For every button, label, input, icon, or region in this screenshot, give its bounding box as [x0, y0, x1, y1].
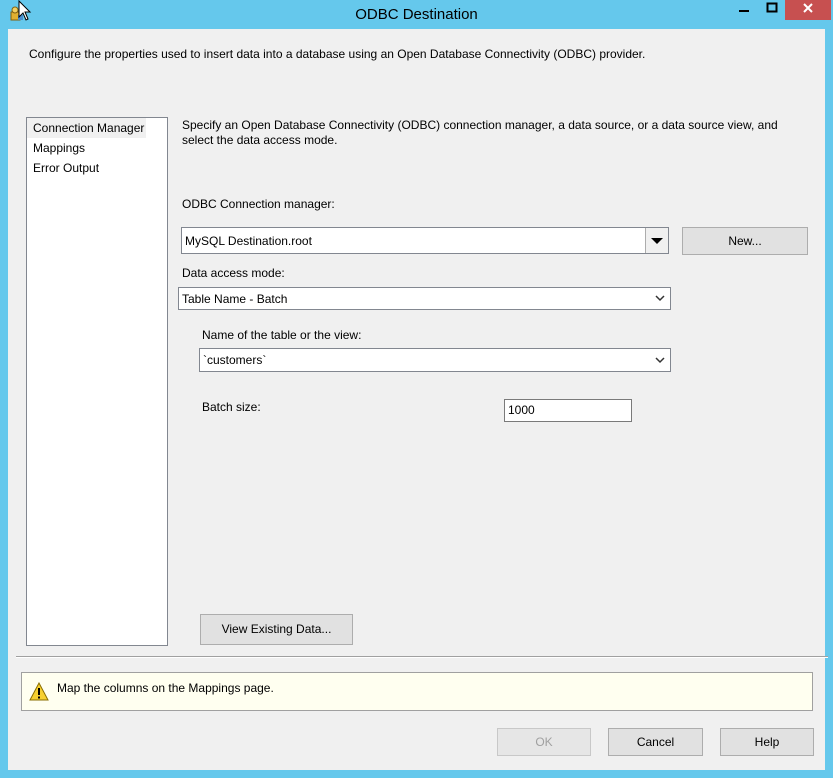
- table-name-value: `customers`: [203, 353, 267, 367]
- access-mode-label: Data access mode:: [182, 266, 285, 280]
- dialog-window: ODBC Destination Configure the propertie…: [0, 0, 833, 778]
- nav-item-mappings[interactable]: Mappings: [27, 138, 167, 158]
- batch-size-input[interactable]: 1000: [504, 399, 632, 422]
- close-icon: [803, 3, 813, 13]
- chevron-down-icon: [655, 357, 665, 364]
- help-button[interactable]: Help: [720, 728, 814, 756]
- conn-manager-label: ODBC Connection manager:: [182, 197, 335, 211]
- batch-size-label: Batch size:: [202, 400, 261, 414]
- conn-manager-dropdown-button[interactable]: [645, 228, 668, 253]
- warning-icon: [29, 682, 49, 701]
- maximize-button[interactable]: [758, 0, 785, 20]
- conn-manager-select[interactable]: MySQL Destination.root: [181, 227, 669, 254]
- triangle-down-icon: [651, 238, 663, 244]
- message-bar: Map the columns on the Mappings page.: [21, 672, 813, 711]
- window-title: ODBC Destination: [355, 6, 478, 23]
- table-name-label: Name of the table or the view:: [202, 328, 362, 342]
- mouse-cursor-icon: [18, 0, 32, 21]
- intro-text: Specify an Open Database Connectivity (O…: [182, 118, 778, 147]
- divider: [16, 656, 828, 658]
- access-mode-select[interactable]: Table Name - Batch: [178, 287, 671, 310]
- maximize-icon: [766, 2, 777, 13]
- dialog-client-area: Configure the properties used to insert …: [8, 29, 828, 770]
- table-name-select[interactable]: `customers`: [199, 348, 671, 372]
- minimize-button[interactable]: [730, 0, 758, 20]
- nav-item-connection-manager[interactable]: Connection Manager: [27, 118, 146, 138]
- title-bar[interactable]: ODBC Destination: [0, 0, 833, 29]
- access-mode-value: Table Name - Batch: [182, 292, 288, 306]
- new-connection-button[interactable]: New...: [682, 227, 808, 255]
- dialog-description: Configure the properties used to insert …: [29, 47, 646, 61]
- conn-manager-value: MySQL Destination.root: [185, 234, 312, 248]
- minimize-icon: [739, 10, 749, 12]
- ok-button[interactable]: OK: [497, 728, 591, 756]
- nav-item-error-output[interactable]: Error Output: [27, 158, 167, 178]
- page-nav-list: Connection Manager Mappings Error Output: [26, 117, 168, 646]
- close-button[interactable]: [785, 0, 831, 20]
- view-existing-data-button[interactable]: View Existing Data...: [200, 614, 353, 645]
- cancel-button[interactable]: Cancel: [608, 728, 703, 756]
- message-text: Map the columns on the Mappings page.: [57, 681, 274, 695]
- chevron-down-icon: [655, 295, 665, 302]
